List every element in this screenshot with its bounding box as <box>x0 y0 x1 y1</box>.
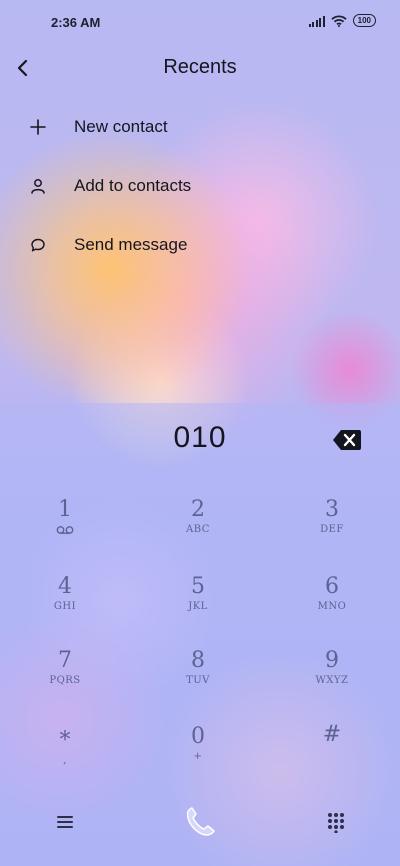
key-digit: * <box>59 728 71 753</box>
menu-button[interactable] <box>55 812 75 832</box>
signal-icon <box>308 15 325 27</box>
key-digit: 2 <box>191 497 205 522</box>
backspace-button[interactable] <box>332 429 362 451</box>
message-icon <box>28 235 48 255</box>
key-digit: 7 <box>58 648 72 673</box>
key-digit: 8 <box>191 648 205 673</box>
key-letters: ABC <box>186 524 210 535</box>
status-bar: 2:36 AM 100 <box>0 0 400 44</box>
recents-panel: 2:36 AM 100 Recents New contact Add to c… <box>0 0 400 403</box>
key-letters: MNO <box>317 601 347 612</box>
dial-number-row: 010 <box>0 413 400 467</box>
status-time: 2:36 AM <box>51 15 101 30</box>
new-contact-button[interactable]: New contact <box>0 103 400 151</box>
send-message-button[interactable]: Send message <box>0 221 400 269</box>
key-letters: WXYZ <box>315 675 349 686</box>
key-letters: , <box>63 755 67 766</box>
add-to-contacts-button[interactable]: Add to contacts <box>0 162 400 210</box>
dialpad-toggle-button[interactable] <box>326 811 346 834</box>
hamburger-menu-icon <box>57 816 73 828</box>
key-5[interactable]: 5 JKL <box>138 574 258 644</box>
plus-icon <box>28 117 48 137</box>
key-letters: JKL <box>188 601 208 612</box>
page-title: Recents <box>163 56 237 78</box>
voicemail-icon <box>5 523 125 540</box>
key-digit: 0 <box>191 724 205 749</box>
key-4[interactable]: 4 GHI <box>5 574 125 644</box>
send-message-label: Send message <box>74 235 188 254</box>
header: Recents <box>0 50 400 86</box>
key-letters: GHI <box>53 601 77 612</box>
add-to-contacts-label: Add to contacts <box>74 176 192 195</box>
phone-icon <box>186 807 215 836</box>
person-icon <box>28 176 48 196</box>
key-letters: PQRS <box>49 675 81 686</box>
key-digit: 1 <box>58 497 72 522</box>
wifi-icon <box>331 14 347 27</box>
key-0[interactable]: 0 + <box>138 724 258 794</box>
key-letters: DEF <box>320 524 344 535</box>
status-icons: 100 <box>308 14 376 27</box>
key-1[interactable]: 1 <box>5 497 125 567</box>
key-digit: # <box>322 722 342 747</box>
key-digit: 9 <box>325 648 339 673</box>
key-7[interactable]: 7 PQRS <box>5 648 125 718</box>
key-digit: 5 <box>191 574 205 599</box>
battery-indicator: 100 <box>352 14 376 27</box>
key-star[interactable]: * , <box>5 728 125 798</box>
key-letters: + <box>193 751 203 762</box>
key-letters: TUV <box>186 675 210 686</box>
call-button[interactable] <box>180 804 220 840</box>
key-3[interactable]: 3 DEF <box>272 497 392 567</box>
key-digit: 4 <box>58 574 72 599</box>
key-2[interactable]: 2 ABC <box>138 497 258 567</box>
dialer-bottom-bar <box>0 800 400 846</box>
key-hash[interactable]: # <box>272 722 392 792</box>
dialpad-grid-icon <box>328 813 344 834</box>
key-digit: 3 <box>325 497 339 522</box>
key-6[interactable]: 6 MNO <box>272 574 392 644</box>
key-8[interactable]: 8 TUV <box>138 648 258 718</box>
new-contact-label: New contact <box>74 117 168 136</box>
backspace-icon <box>333 430 361 450</box>
key-digit: 6 <box>325 574 339 599</box>
key-9[interactable]: 9 WXYZ <box>272 648 392 718</box>
